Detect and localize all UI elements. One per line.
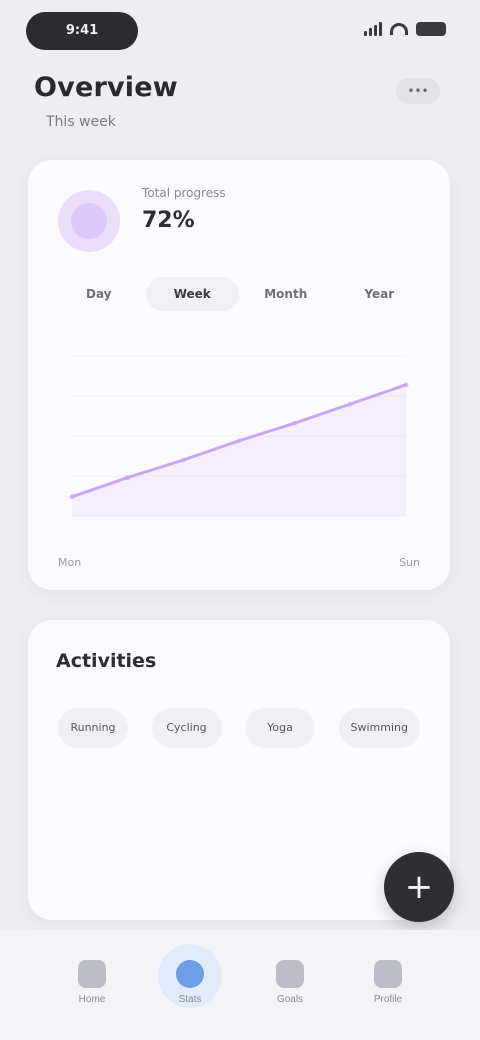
target-icon <box>276 960 304 988</box>
progress-ring-icon <box>58 190 120 252</box>
status-icons <box>364 22 446 36</box>
chart-point <box>347 401 353 407</box>
chart-point <box>180 457 186 463</box>
x-axis-start-label: Mon <box>58 556 82 569</box>
chart-point <box>403 382 409 388</box>
activity-chips: Running Cycling Yoga Swimming <box>58 708 420 748</box>
bottom-tab-bar: Home Stats Goals Profile <box>0 930 480 1040</box>
chart-point <box>125 475 131 481</box>
header: Overview This week ••• <box>34 72 446 142</box>
metric-value: 72% <box>142 208 195 233</box>
chip-swimming[interactable]: Swimming <box>338 708 420 748</box>
tab-day[interactable]: Day <box>52 277 146 311</box>
tab-year[interactable]: Year <box>333 277 427 311</box>
tab-stats[interactable]: Stats <box>154 944 226 1016</box>
tab-home[interactable]: Home <box>56 944 128 1016</box>
section-title: Activities <box>56 650 157 672</box>
progress-chart <box>69 355 409 517</box>
tab-week[interactable]: Week <box>145 277 239 311</box>
person-icon <box>374 960 402 988</box>
chart-point <box>236 438 242 444</box>
chart-point <box>69 494 75 500</box>
tab-goals[interactable]: Goals <box>254 944 326 1016</box>
chart-icon <box>176 960 204 988</box>
app-screen: 9:41 Overview This week ••• Total progre… <box>0 0 480 1040</box>
signal-icon <box>364 22 382 36</box>
progress-card: Total progress 72% Day Week Month Year M… <box>28 160 450 590</box>
add-button[interactable]: + <box>384 852 454 922</box>
metric-label: Total progress <box>142 186 226 200</box>
progress-ring-center <box>71 203 107 239</box>
tab-profile-label: Profile <box>373 994 403 1005</box>
chart-point <box>292 420 298 426</box>
x-axis-end-label: Sun <box>399 556 420 569</box>
page-title: Overview <box>34 72 178 103</box>
tab-profile[interactable]: Profile <box>352 944 424 1016</box>
home-icon <box>78 960 106 988</box>
tab-month[interactable]: Month <box>239 277 333 311</box>
status-time: 9:41 <box>26 12 138 50</box>
range-tabs: Day Week Month Year <box>52 272 426 316</box>
chip-running[interactable]: Running <box>58 708 128 748</box>
chip-cycling[interactable]: Cycling <box>151 708 222 748</box>
battery-icon <box>416 22 446 36</box>
status-bar: 9:41 <box>0 0 480 60</box>
more-options-button[interactable]: ••• <box>396 78 440 104</box>
wifi-icon <box>390 23 408 35</box>
chip-yoga[interactable]: Yoga <box>245 708 315 748</box>
chart-series-area <box>72 384 406 516</box>
page-subtitle: This week <box>46 114 116 130</box>
tab-stats-label: Stats <box>178 994 202 1005</box>
tab-goals-label: Goals <box>276 994 304 1005</box>
tab-home-label: Home <box>78 994 106 1005</box>
